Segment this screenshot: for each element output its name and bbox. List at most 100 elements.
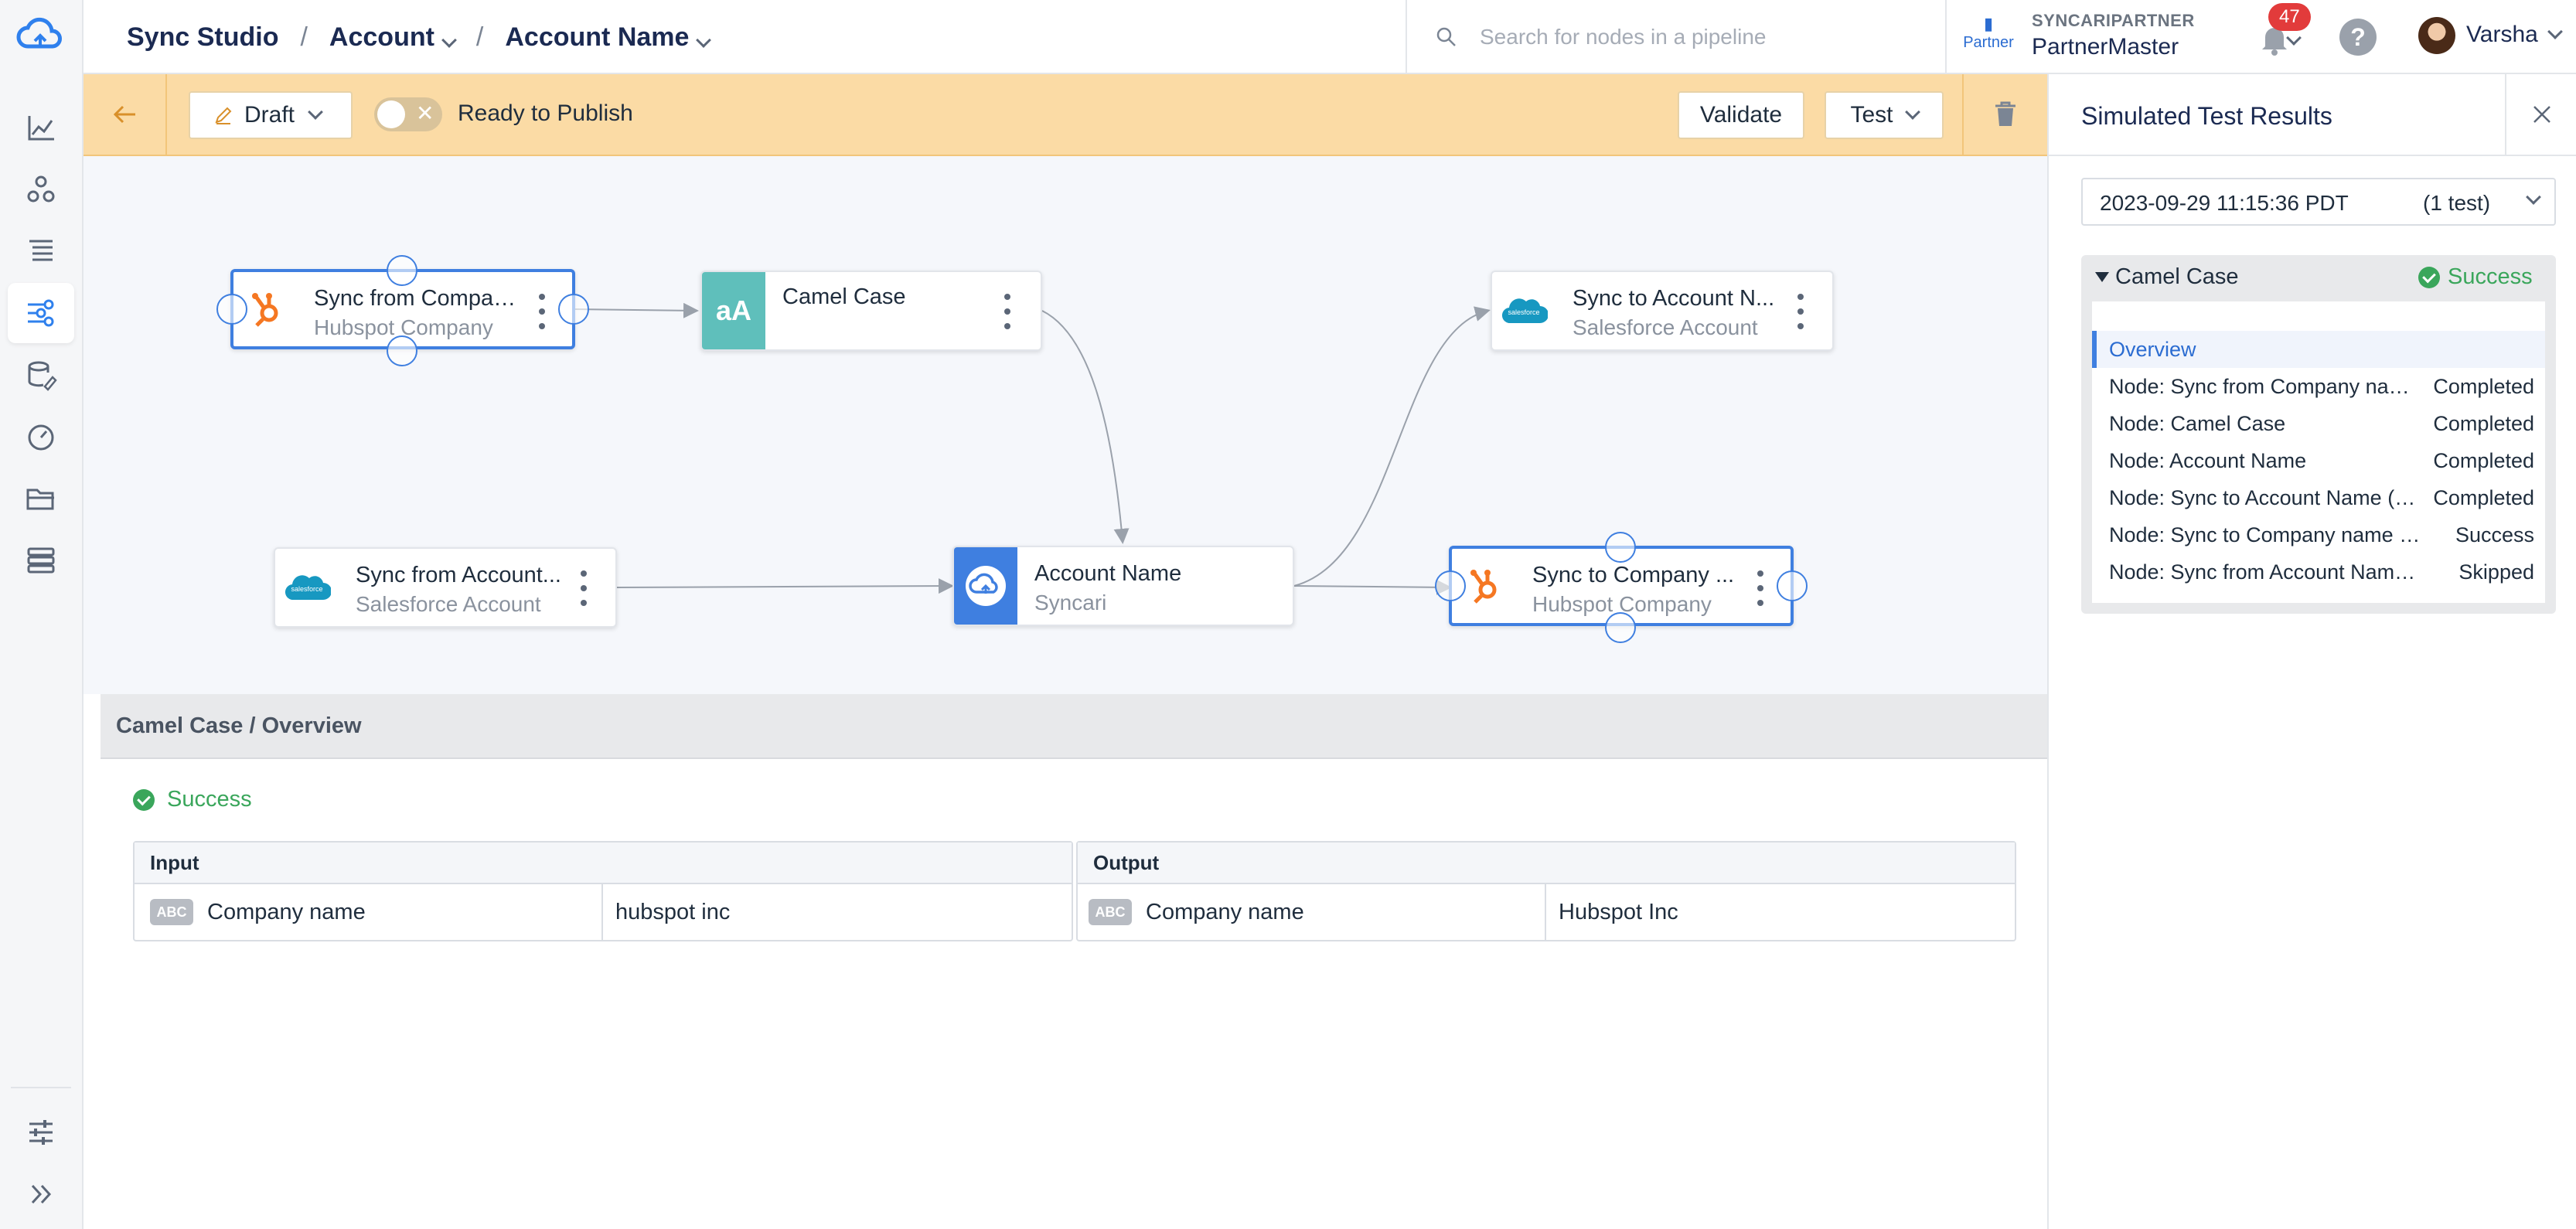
test-results-title: Simulated Test Results [2081, 102, 2332, 130]
monitor-nav-button[interactable] [8, 407, 74, 467]
node-subtitle: Salesforce Account [1573, 315, 1758, 339]
input-header: Input [135, 843, 1072, 884]
node-menu-button[interactable] [580, 570, 588, 606]
help-icon[interactable]: ? [2339, 19, 2377, 56]
detail-panel-title: Camel Case / Overview [101, 694, 2047, 759]
ready-to-publish-toggle[interactable]: ✕ [374, 97, 442, 131]
output-table: Output ABC Company name Hubspot Inc [1076, 841, 2016, 941]
edge[interactable] [1293, 306, 1491, 587]
nodes-icon [27, 175, 55, 203]
search-input[interactable] [1480, 25, 1913, 49]
entities-nav-button[interactable] [8, 159, 74, 220]
node-port-left[interactable] [216, 294, 247, 325]
files-nav-button[interactable] [8, 468, 74, 529]
validate-button[interactable]: Validate [1678, 91, 1804, 139]
expand-rail-button[interactable] [8, 1164, 74, 1224]
edge[interactable] [1041, 310, 1130, 544]
node-port-right[interactable] [558, 294, 589, 325]
detail-status-label: Success [167, 787, 252, 812]
list-item[interactable]: Node: Sync to Account Name (Salesforce A… [2092, 479, 2545, 516]
edge[interactable] [616, 578, 954, 594]
node-title: Sync from Compan... [314, 286, 523, 311]
test-result-card-header[interactable]: Camel Case Success [2081, 255, 2556, 301]
output-value-cell: Hubspot Inc [1546, 884, 1678, 940]
table-row: ABC Company name Hubspot Inc [1078, 884, 2015, 940]
list-item-status: Completed [2433, 412, 2534, 435]
sync-studio-nav-button[interactable] [8, 283, 74, 343]
node-menu-button[interactable] [538, 294, 546, 329]
test-button[interactable]: Test [1825, 91, 1944, 139]
delete-button[interactable] [1962, 74, 2047, 155]
node-account-name[interactable]: Account Name Syncari [952, 546, 1294, 626]
folder-icon [26, 489, 54, 510]
breadcrumb-account-name[interactable]: Account Name [505, 22, 712, 53]
node-port-top[interactable] [1605, 532, 1636, 563]
test-result-status-label: Success [2448, 264, 2533, 289]
list-item[interactable]: Node: Account Name Completed [2092, 442, 2545, 479]
list-item[interactable]: Node: Sync from Account Name (Salesforce… [2092, 553, 2545, 591]
node-menu-button[interactable] [1003, 294, 1011, 329]
breadcrumb-separator: / [475, 22, 484, 52]
input-field-cell: ABC Company name [135, 884, 603, 940]
node-port-bottom[interactable] [387, 335, 417, 366]
top-header: Sync Studio / Account / Account Name ▮ P… [83, 0, 2576, 74]
node-menu-button[interactable] [1797, 294, 1804, 329]
list-item[interactable]: Overview [2092, 331, 2545, 368]
search-icon [1436, 27, 1456, 46]
trash-icon [1995, 101, 2015, 126]
data-studio-nav-button[interactable] [8, 345, 74, 405]
user-name[interactable]: Varsha [2466, 22, 2538, 48]
sliders-icon [29, 1120, 53, 1145]
list-item[interactable]: Node: Sync from Company name (Hubspot Co… [2092, 368, 2545, 405]
edge[interactable] [1293, 579, 1452, 595]
test-result-list: Overview Node: Sync from Company name (H… [2092, 301, 2545, 603]
back-button[interactable] [83, 74, 167, 155]
test-result-card: Camel Case Success Overview Node: Sync f… [2081, 255, 2556, 614]
node-port-right[interactable] [1777, 570, 1808, 601]
partner-logo: ▮ Partner [1962, 14, 2015, 52]
breadcrumb-sync-studio[interactable]: Sync Studio [127, 22, 278, 53]
node-port-left[interactable] [1435, 570, 1466, 601]
list-item-label: Node: Sync from Company name (Hubspot Co… [2109, 375, 2426, 398]
node-camel-case[interactable]: aA Camel Case [700, 271, 1042, 351]
pipeline-icon [28, 299, 54, 327]
check-circle-icon [133, 788, 155, 811]
list-item[interactable]: Node: Camel Case Completed [2092, 405, 2545, 442]
node-port-top[interactable] [387, 255, 417, 286]
partner-badge-icon: ▮ [1983, 14, 1994, 33]
notification-badge: 47 [2268, 3, 2311, 31]
syncari-logo-icon[interactable] [15, 15, 65, 54]
avatar[interactable] [2418, 17, 2455, 54]
chevron-down-icon [1904, 104, 1920, 120]
test-run-select[interactable]: 2023-09-29 11:15:36 PDT (1 test) [2081, 178, 2556, 226]
pencil-icon [215, 107, 232, 124]
stack-nav-button[interactable] [8, 530, 74, 591]
chevron-down-icon [2526, 189, 2541, 205]
list-item-status: Completed [2433, 449, 2534, 472]
camel-case-icon: aA [702, 272, 765, 349]
partner-switcher[interactable]: ▮ Partner SYNCARIPARTNER PartnerMaster [1962, 6, 2302, 68]
chevron-down-icon [441, 32, 457, 48]
node-sync-to-account[interactable]: salesforce Sync to Account N... Salesfor… [1491, 271, 1834, 351]
node-menu-button[interactable] [1757, 570, 1764, 606]
arrow-left-icon [113, 105, 135, 124]
settings-nav-button[interactable] [8, 1102, 74, 1163]
node-subtitle: Syncari [1034, 591, 1107, 614]
breadcrumb-account[interactable]: Account [329, 22, 457, 53]
edge[interactable] [574, 302, 699, 318]
left-rail [0, 0, 83, 1229]
table-row: ABC Company name hubspot inc [135, 884, 1072, 940]
output-value: Hubspot Inc [1559, 899, 1678, 924]
list-nav-button[interactable] [8, 221, 74, 281]
input-table: Input ABC Company name hubspot inc [133, 841, 1073, 941]
close-panel-button[interactable] [2505, 74, 2576, 155]
chevrons-right-icon [31, 1184, 52, 1204]
list-item-status: Success [2455, 523, 2534, 546]
list-item[interactable]: Node: Sync to Company name (Hubspot Comp… [2092, 516, 2545, 553]
node-port-bottom[interactable] [1605, 612, 1636, 643]
partner-logo-text: Partner [1963, 34, 2014, 51]
node-sync-from-account[interactable]: salesforce Sync from Account... Salesfor… [274, 547, 617, 628]
draft-dropdown[interactable]: Draft [189, 91, 353, 139]
pipeline-canvas[interactable]: Sync from Compan... Hubspot Company aA C… [83, 156, 2047, 694]
dashboard-nav-button[interactable] [8, 97, 74, 158]
